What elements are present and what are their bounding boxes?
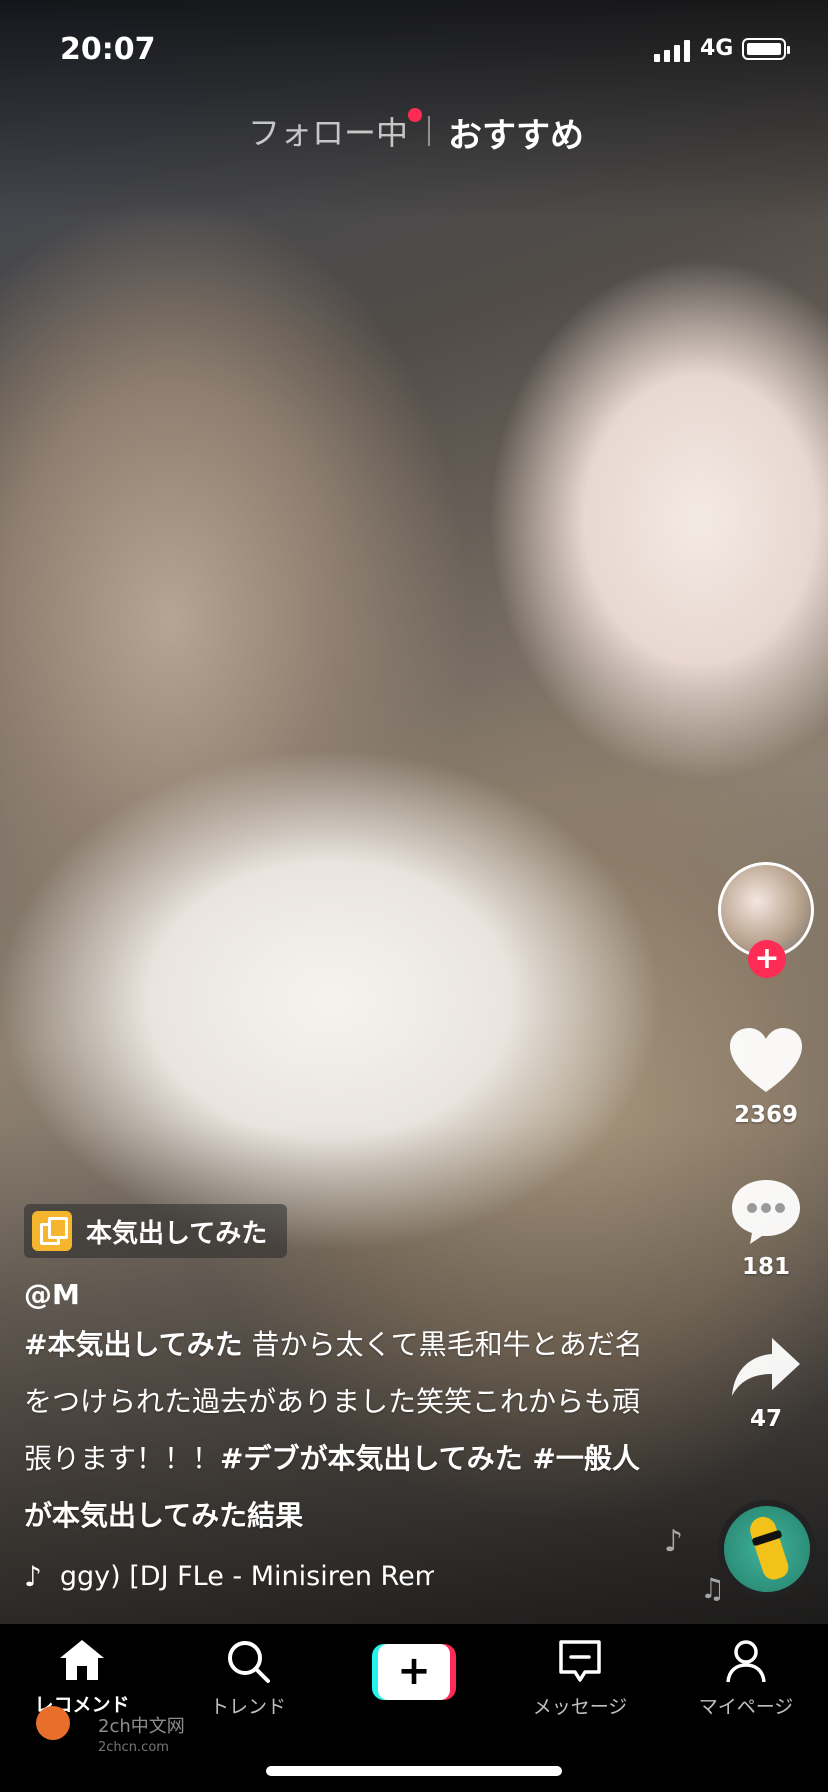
tab-profile[interactable]: マイページ [676, 1638, 816, 1719]
like-count: 2369 [733, 1102, 798, 1128]
comment-button[interactable]: 181 [724, 1176, 808, 1280]
mascot-icon [36, 1706, 70, 1740]
banana-icon [746, 1513, 792, 1583]
plus-icon: + [378, 1644, 450, 1700]
message-icon [559, 1640, 601, 1682]
battery-icon [742, 38, 790, 60]
effect-label: 本気出してみた [86, 1218, 268, 1249]
share-button[interactable]: 47 [724, 1334, 808, 1432]
person-icon [726, 1640, 766, 1683]
post-caption: #本気出してみた 昔から太くて黒毛和牛とあだ名をつけられた過去がありました笑笑こ… [24, 1316, 644, 1544]
comment-count: 181 [741, 1254, 790, 1280]
hashtag[interactable]: #デブが本気出してみた [220, 1442, 523, 1475]
creator-username[interactable]: @M [24, 1278, 80, 1311]
hashtag[interactable]: #本気出してみた [24, 1328, 243, 1361]
effect-chip[interactable]: 本気出してみた [24, 1204, 288, 1258]
comment-icon [732, 1180, 800, 1244]
music-note-icon: ♪ [664, 1524, 684, 1559]
music-title: ggy) [DJ FLe - Minisiren Rem [59, 1560, 434, 1592]
home-icon [60, 1640, 104, 1680]
tab-divider [428, 116, 430, 146]
tab-following[interactable]: フォロー中 [248, 108, 408, 154]
music-note-icon: ♫ [700, 1572, 726, 1605]
home-indicator [266, 1766, 562, 1776]
cellular-signal-icon [654, 38, 690, 62]
watermark-url: 2chcn.com [98, 1740, 169, 1755]
tab-label: マイページ [698, 1696, 794, 1718]
new-content-dot [408, 108, 422, 122]
tab-label: メッセージ [532, 1696, 628, 1718]
like-button[interactable]: 2369 [724, 1026, 808, 1128]
status-time: 20:07 [60, 32, 156, 67]
search-icon [228, 1641, 270, 1683]
sound-disc[interactable] [718, 1500, 816, 1598]
follow-plus-button[interactable]: + [748, 940, 786, 978]
watermark-text: 2ch中文网 [98, 1716, 185, 1737]
music-marquee[interactable]: ♪ ggy) [DJ FLe - Minisiren Rem [24, 1556, 434, 1596]
tab-recommended[interactable]: おすすめ [448, 108, 584, 157]
network-type: 4G [700, 36, 734, 61]
create-button[interactable]: + [372, 1644, 456, 1700]
heart-icon [730, 1028, 802, 1092]
status-bar: 20:07 4G [0, 0, 828, 100]
music-note-icon: ♪ [24, 1559, 42, 1593]
effect-icon [32, 1211, 72, 1251]
share-arrow-icon [732, 1338, 800, 1396]
site-watermark: 2ch中文网 2chcn.com [36, 1698, 206, 1762]
tab-messages[interactable]: メッセージ [510, 1638, 650, 1719]
share-count: 47 [749, 1406, 782, 1432]
